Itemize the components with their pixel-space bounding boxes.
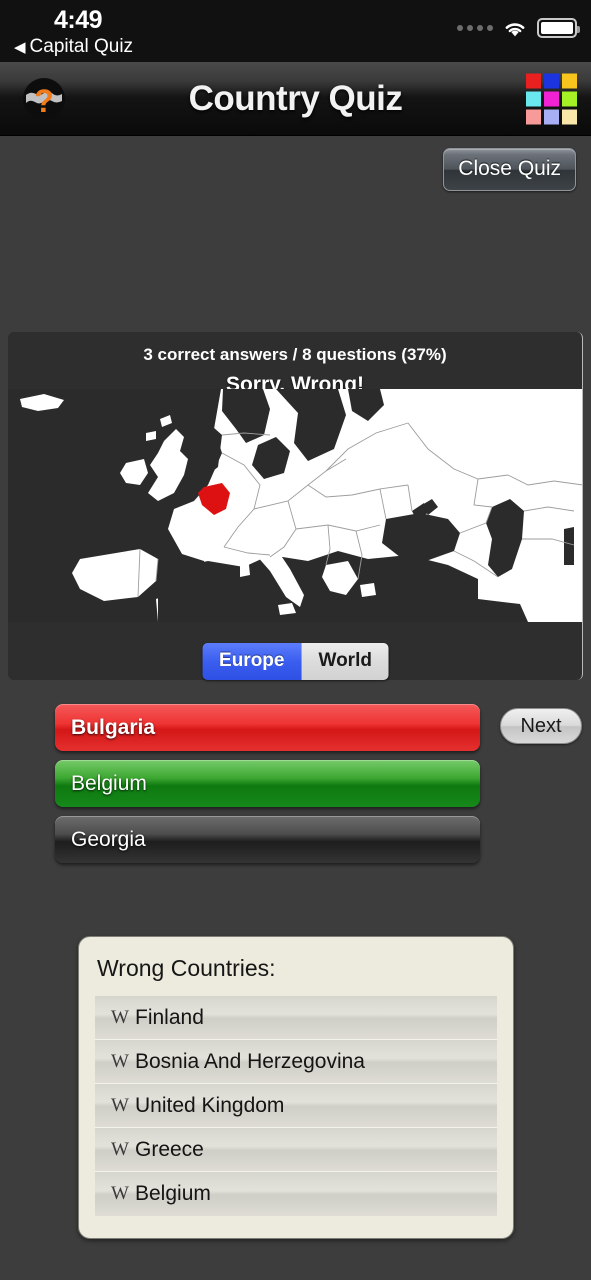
list-item[interactable]: W Finland: [95, 996, 497, 1040]
status-bar-time: 4:49: [54, 6, 103, 34]
status-bar: 4:49 ◀ Capital Quiz: [0, 0, 591, 62]
color-grid-icon[interactable]: [526, 73, 577, 124]
back-to-capital-quiz[interactable]: ◀ Capital Quiz: [14, 36, 133, 58]
answer-label: Bulgaria: [71, 715, 156, 739]
next-button[interactable]: Next: [500, 708, 582, 744]
answer-option-2[interactable]: Belgium: [55, 760, 480, 807]
wifi-icon: [502, 19, 528, 38]
wrong-countries-panel: Wrong Countries: W Finland W Bosnia And …: [78, 936, 514, 1239]
map-panel: 3 correct answers / 8 questions (37%) So…: [8, 332, 583, 680]
wrong-country-label: Bosnia And Herzegovina: [135, 1049, 365, 1073]
europe-map[interactable]: [8, 389, 582, 622]
grid-cell-7: [526, 109, 541, 124]
wrong-country-label: Greece: [135, 1137, 204, 1161]
wrong-country-label: United Kingdom: [135, 1093, 285, 1117]
grid-cell-4: [526, 91, 541, 106]
wrong-country-label: Finland: [135, 1005, 204, 1029]
grid-cell-8: [544, 109, 559, 124]
w-letter-icon: W: [111, 1050, 129, 1072]
grid-cell-9: [562, 109, 577, 124]
answer-list: Bulgaria Belgium Georgia: [55, 704, 480, 872]
grid-cell-6: [562, 91, 577, 106]
page-title: Country Quiz: [188, 78, 403, 118]
list-item[interactable]: W Greece: [95, 1128, 497, 1172]
answer-label: Georgia: [71, 827, 146, 851]
w-letter-icon: W: [111, 1006, 129, 1028]
w-letter-icon: W: [111, 1138, 129, 1160]
list-item[interactable]: W Bosnia And Herzegovina: [95, 1040, 497, 1084]
app-header: ? Country Quiz: [0, 62, 591, 136]
list-item[interactable]: W United Kingdom: [95, 1084, 497, 1128]
answer-option-3[interactable]: Georgia: [55, 816, 480, 863]
back-label: Capital Quiz: [29, 36, 134, 57]
main-content: Close Quiz 3 correct answers / 8 questio…: [0, 136, 591, 1280]
answer-label: Belgium: [71, 771, 147, 795]
grid-cell-1: [526, 73, 541, 88]
signal-dots-icon: [457, 25, 493, 31]
region-tab-europe[interactable]: Europe: [202, 643, 302, 680]
w-letter-icon: W: [111, 1183, 129, 1204]
battery-full-icon: [537, 18, 580, 38]
list-item[interactable]: W Belgium: [95, 1172, 497, 1216]
grid-cell-5: [544, 91, 559, 106]
region-toggle[interactable]: Europe World: [202, 643, 389, 680]
region-tab-world[interactable]: World: [301, 643, 389, 680]
grid-cell-3: [562, 73, 577, 88]
answer-option-1[interactable]: Bulgaria: [55, 704, 480, 751]
close-quiz-button[interactable]: Close Quiz: [443, 148, 576, 191]
wrong-countries-title: Wrong Countries:: [97, 955, 276, 981]
score-status: 3 correct answers / 8 questions (37%): [143, 345, 447, 364]
status-bar-indicators: [457, 18, 580, 38]
w-letter-icon: W: [111, 1094, 129, 1116]
grid-cell-2: [544, 73, 559, 88]
back-arrow-icon: ◀: [14, 38, 26, 56]
wrong-country-label: Belgium: [135, 1182, 211, 1205]
